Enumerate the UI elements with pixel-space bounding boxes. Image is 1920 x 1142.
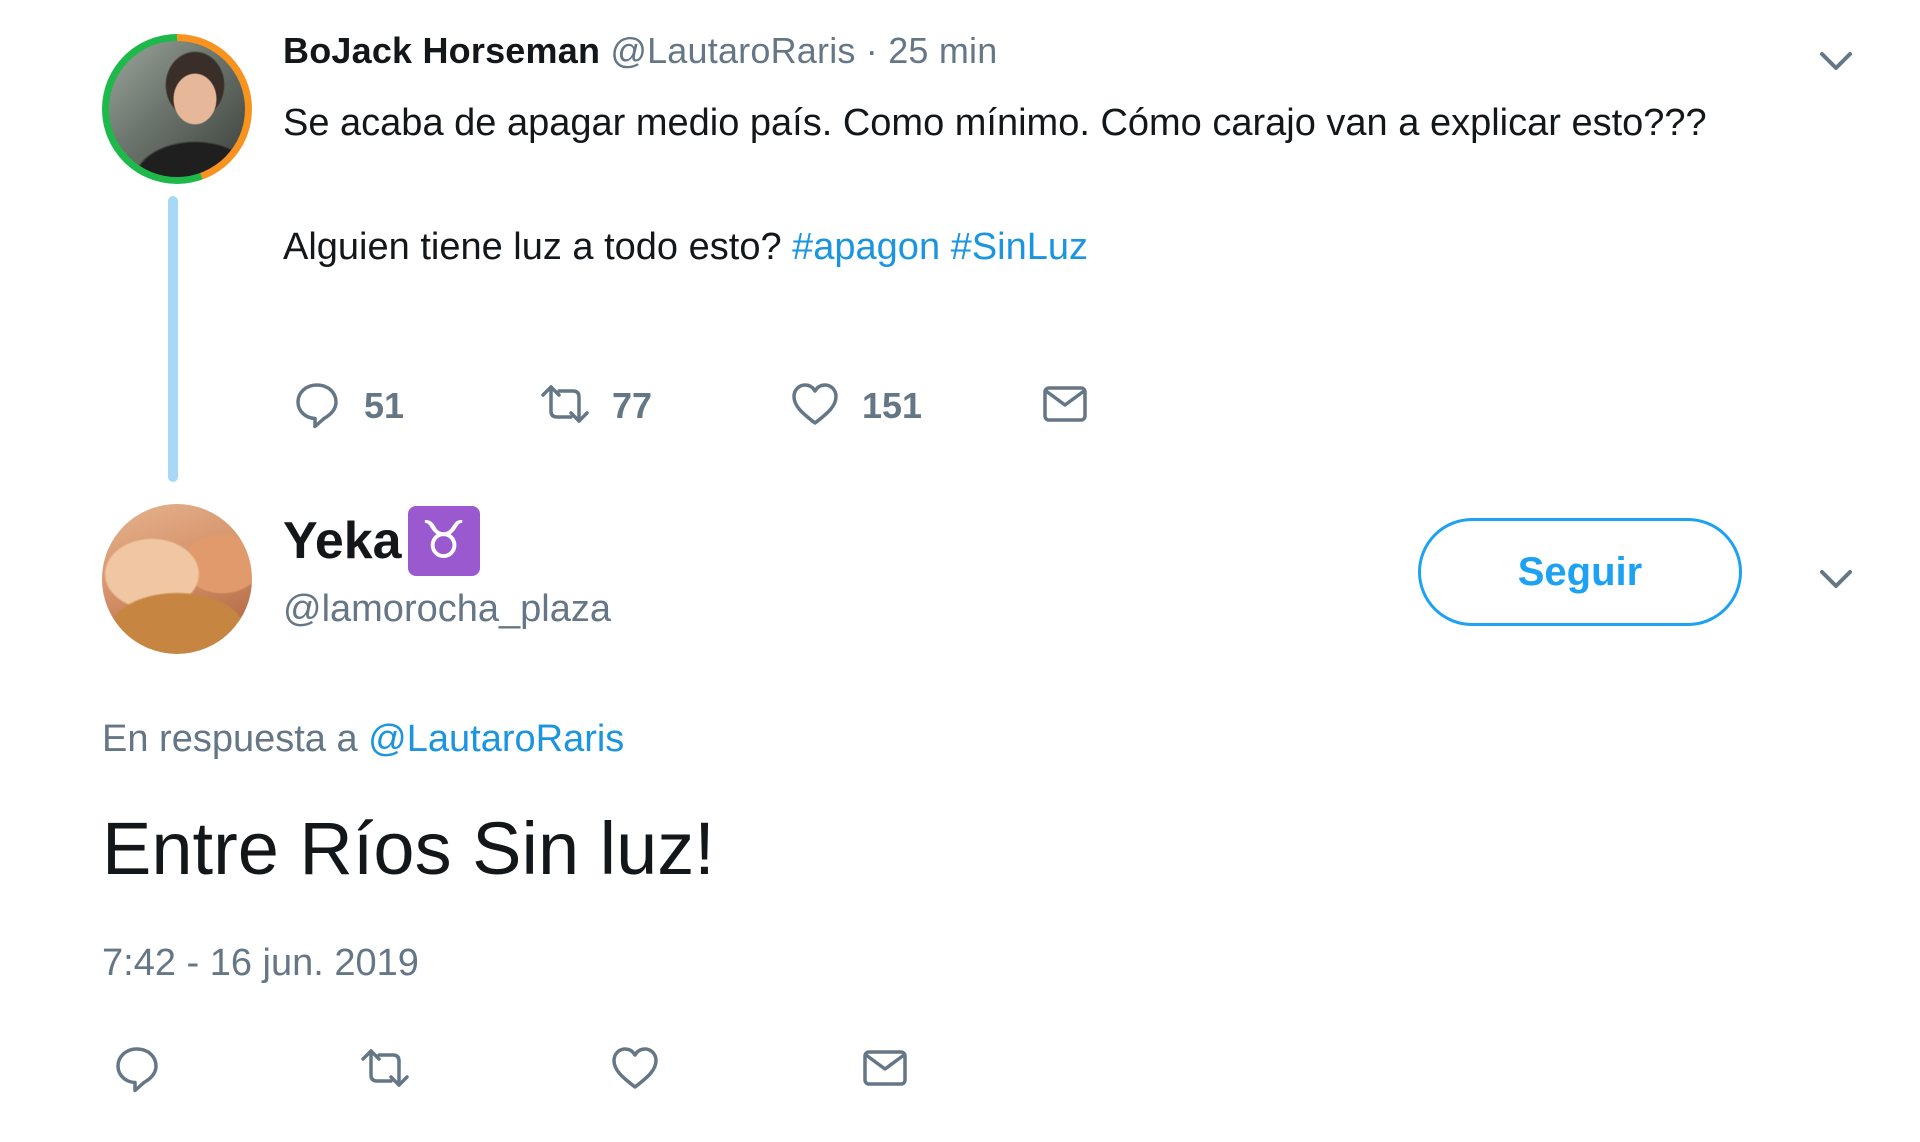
reply-button[interactable]: 51 (290, 378, 404, 434)
avatar[interactable] (102, 504, 252, 654)
thread-connector-line (168, 196, 178, 482)
in-reply-to-label: En respuesta a (102, 718, 358, 760)
retweet-count: 77 (612, 385, 653, 426)
tweet-header: BoJack Horseman @LautaroRaris · 25 min (283, 30, 997, 72)
chevron-down-icon[interactable] (1814, 558, 1858, 602)
retweet-icon (538, 377, 592, 436)
retweet-icon (358, 1041, 412, 1100)
avatar[interactable] (102, 34, 252, 184)
follow-button[interactable]: Seguir (1418, 518, 1742, 626)
tweet-timestamp[interactable]: 7:42 - 16 jun. 2019 (102, 942, 419, 985)
message-icon (1038, 377, 1092, 436)
like-icon (608, 1041, 662, 1100)
reply-count: 51 (364, 385, 405, 426)
user-handle[interactable]: @LautaroRaris (610, 30, 855, 71)
hashtag-link[interactable]: #apagon (792, 226, 940, 268)
display-name-row: Yeka ♉ (283, 506, 480, 576)
header-separator: · (865, 30, 878, 71)
avatar-photo (109, 41, 245, 177)
tweet-text-segment: Alguien tiene luz a todo esto? (283, 226, 793, 268)
display-name[interactable]: BoJack Horseman (283, 30, 600, 71)
retweet-button[interactable]: 77 (538, 378, 652, 434)
taurus-emoji-icon: ♉ (407, 506, 480, 576)
tweet-text: Entre Ríos Sin luz! (102, 807, 715, 890)
display-name[interactable]: Yeka (283, 511, 402, 571)
in-reply-to: En respuesta a @LautaroRaris (102, 718, 624, 761)
user-handle[interactable]: @lamorocha_plaza (283, 588, 611, 631)
tweet-text: Se acaba de apagar medio país. Como míni… (283, 92, 1763, 278)
like-button[interactable] (608, 1042, 662, 1098)
tweet-time[interactable]: 25 min (888, 30, 997, 71)
mention-link[interactable]: @LautaroRaris (368, 718, 624, 760)
reply-icon (110, 1041, 164, 1100)
like-button[interactable]: 151 (788, 378, 922, 434)
retweet-button[interactable] (358, 1042, 412, 1098)
message-icon (858, 1041, 912, 1100)
direct-message-button[interactable] (858, 1042, 912, 1098)
like-icon (788, 377, 842, 436)
hashtag-link[interactable]: #SinLuz (951, 226, 1088, 268)
like-count: 151 (862, 385, 923, 426)
direct-message-button[interactable] (1038, 378, 1092, 434)
tweet-text-line: Se acaba de apagar medio país. Como míni… (283, 102, 1707, 144)
reply-button[interactable] (110, 1042, 164, 1098)
chevron-down-icon[interactable] (1814, 40, 1858, 84)
tweet-text-line: Alguien tiene luz a todo esto? #apagon #… (283, 216, 1763, 278)
reply-icon (290, 377, 344, 436)
